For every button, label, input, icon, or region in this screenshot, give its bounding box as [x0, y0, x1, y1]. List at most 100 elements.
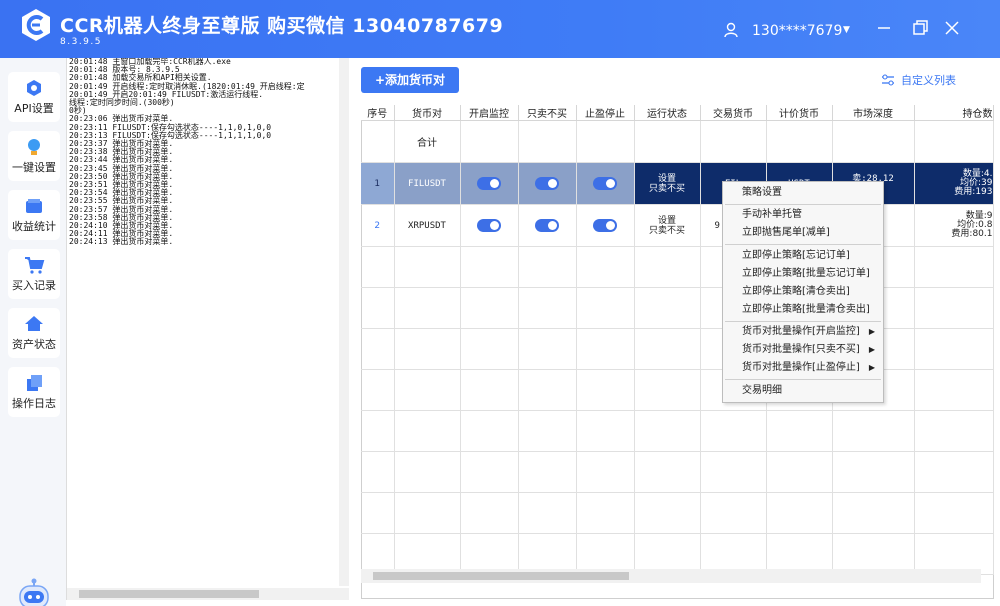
cart-icon: [25, 257, 45, 274]
take-profit-stop-toggle[interactable]: [593, 219, 617, 232]
log-icon: [27, 375, 42, 391]
sidebar-item-label: API设置: [14, 102, 54, 115]
monitor-toggle[interactable]: [477, 219, 501, 232]
col-header-market-depth[interactable]: 市场深度: [832, 105, 915, 121]
chevron-right-icon: ▶: [868, 345, 875, 354]
sell-only-toggle[interactable]: [535, 219, 559, 232]
user-icon[interactable]: [724, 22, 738, 38]
empty-row: [361, 451, 994, 493]
custom-columns-link[interactable]: 自定义列表: [881, 72, 956, 88]
empty-row: [361, 328, 994, 370]
menu-item-batch-enable-monitor[interactable]: 货币对批量操作[开启监控] ▶: [723, 323, 883, 341]
main-panel: +添加货币对 自定义列表 序号 货币对 开启监控 只卖不买 止盈停止 运行状态 …: [349, 58, 1000, 600]
menu-separator: [725, 244, 881, 245]
add-pair-button[interactable]: +添加货币对: [361, 67, 459, 93]
menu-item-strategy-settings[interactable]: 策略设置: [723, 184, 883, 202]
app-logo-icon: [22, 9, 50, 41]
log-line: 线程:定时同步时间.(300秒): [69, 98, 175, 108]
title-bar: CCR机器人终身至尊版 购买微信 13040787679 8.3.9.5 130…: [0, 0, 1000, 58]
take-profit-stop-toggle[interactable]: [593, 177, 617, 190]
menu-separator: [725, 379, 881, 380]
summary-label: 合计: [394, 120, 461, 163]
col-header-take-profit-stop[interactable]: 止盈停止: [576, 105, 635, 121]
sidebar: API设置 一键设置 收益统计 买入记录 资产状态 操作日志: [0, 58, 66, 606]
chevron-down-icon[interactable]: ▼: [843, 25, 850, 35]
row-run-status[interactable]: 设置 只卖不买: [634, 204, 701, 247]
menu-item-stop-forget-orders[interactable]: 立即停止策略[忘记订单]: [723, 247, 883, 265]
menu-item-manual-order-custody[interactable]: 手动补单托管: [723, 206, 883, 224]
menu-item-stop-liquidate[interactable]: 立即停止策略[清仓卖出]: [723, 283, 883, 301]
col-header-pair[interactable]: 货币对: [394, 105, 461, 121]
app-title: CCR机器人终身至尊版 购买微信 13040787679: [60, 15, 504, 37]
minimize-icon[interactable]: [874, 18, 894, 38]
menu-separator: [725, 321, 881, 322]
wallet-icon: [26, 199, 42, 213]
row-index: 1: [361, 162, 395, 205]
log-text: 20:01:48 主窗口加载完毕:CCR机器人.exe 20:01:48 版本号:…: [69, 58, 339, 578]
col-header-position[interactable]: 持仓数: [914, 105, 994, 121]
summary-row: 合计: [361, 120, 994, 163]
sidebar-item-operation-log[interactable]: 操作日志: [8, 367, 60, 417]
empty-row: [361, 287, 994, 329]
col-header-run-status[interactable]: 运行状态: [634, 105, 701, 121]
empty-row: [361, 246, 994, 288]
robot-mascot-icon: [19, 578, 49, 606]
bulb-icon: [28, 139, 40, 155]
log-horizontal-scrollbar[interactable]: [67, 588, 350, 600]
menu-item-batch-sell-only[interactable]: 货币对批量操作[只卖不买] ▶: [723, 341, 883, 359]
menu-item-batch-take-profit-stop[interactable]: 货币对批量操作[止盈停止] ▶: [723, 359, 883, 377]
log-line: 20:24:13 弹出货币对菜单.: [69, 237, 174, 247]
sidebar-item-asset-status[interactable]: 资产状态: [8, 308, 60, 358]
sidebar-item-profit-stats[interactable]: 收益统计: [8, 190, 60, 240]
table-horizontal-scrollbar[interactable]: [361, 569, 981, 583]
empty-row: [361, 410, 994, 452]
chevron-right-icon: ▶: [868, 327, 875, 336]
pairs-table: 序号 货币对 开启监控 只卖不买 止盈停止 运行状态 交易货币 计价货币 市场深…: [361, 105, 994, 575]
log-panel: 20:01:48 主窗口加载完毕:CCR机器人.exe 20:01:48 版本号:…: [66, 58, 350, 600]
scrollbar-thumb[interactable]: [79, 590, 259, 598]
table-row[interactable]: 1 FILUSDT 设置只卖不买 FIL USDT 卖:28.1211 数量:4…: [361, 162, 994, 205]
row-run-status[interactable]: 设置 只卖不买: [634, 162, 701, 205]
empty-row: [361, 369, 994, 411]
monitor-toggle[interactable]: [477, 177, 501, 190]
row-position: 数量:4. 均价:39 费用:193: [914, 162, 994, 205]
log-vertical-scrollbar[interactable]: [339, 58, 349, 586]
scrollbar-thumb[interactable]: [373, 572, 629, 580]
menu-item-stop-batch-liquidate[interactable]: 立即停止策略[批量清仓卖出]: [723, 301, 883, 319]
menu-item-sell-tail-order[interactable]: 立即抛售尾单[减单]: [723, 224, 883, 242]
chevron-right-icon: ▶: [868, 363, 875, 372]
sidebar-item-label: 买入记录: [12, 279, 56, 292]
sidebar-item-label: 收益统计: [12, 220, 56, 233]
row-position: 数量:9 均价:0.8 费用:80.1: [914, 204, 994, 247]
sidebar-item-buy-records[interactable]: 买入记录: [8, 249, 60, 299]
row-index: 2: [361, 204, 395, 247]
sidebar-item-api-settings[interactable]: API设置: [8, 72, 60, 122]
col-header-trade-currency[interactable]: 交易货币: [700, 105, 767, 121]
sidebar-item-label: 资产状态: [12, 338, 56, 351]
user-phone[interactable]: 130****7679: [752, 23, 842, 39]
sidebar-item-label: 操作日志: [12, 397, 56, 410]
api-icon: [27, 80, 41, 96]
menu-item-trade-details[interactable]: 交易明细: [723, 382, 883, 400]
col-header-quote-currency[interactable]: 计价货币: [766, 105, 833, 121]
close-icon[interactable]: [942, 18, 962, 38]
col-header-monitor[interactable]: 开启监控: [460, 105, 519, 121]
menu-item-stop-batch-forget-orders[interactable]: 立即停止策略[批量忘记订单]: [723, 265, 883, 283]
restore-icon[interactable]: [910, 18, 930, 38]
custom-columns-label: 自定义列表: [901, 74, 956, 87]
table-row[interactable]: 2 XRPUSDT 设置只卖不买 9 879878 数量:9均价:0.8费用:8…: [361, 204, 994, 247]
col-header-index[interactable]: 序号: [361, 105, 395, 121]
row-pair: FILUSDT: [394, 162, 461, 205]
context-menu: 策略设置 手动补单托管 立即抛售尾单[减单] 立即停止策略[忘记订单] 立即停止…: [722, 181, 884, 403]
table-header-row: 序号 货币对 开启监控 只卖不买 止盈停止 运行状态 交易货币 计价货币 市场深…: [361, 105, 994, 121]
house-icon: [25, 316, 43, 331]
sliders-icon: [882, 74, 894, 86]
col-header-sell-only[interactable]: 只卖不买: [518, 105, 577, 121]
app-version: 8.3.9.5: [60, 37, 102, 47]
menu-separator: [725, 204, 881, 205]
sell-only-toggle[interactable]: [535, 177, 559, 190]
row-pair: XRPUSDT: [394, 204, 461, 247]
empty-row: [361, 492, 994, 534]
sidebar-item-one-click-settings[interactable]: 一键设置: [8, 131, 60, 181]
sidebar-item-label: 一键设置: [12, 161, 56, 174]
